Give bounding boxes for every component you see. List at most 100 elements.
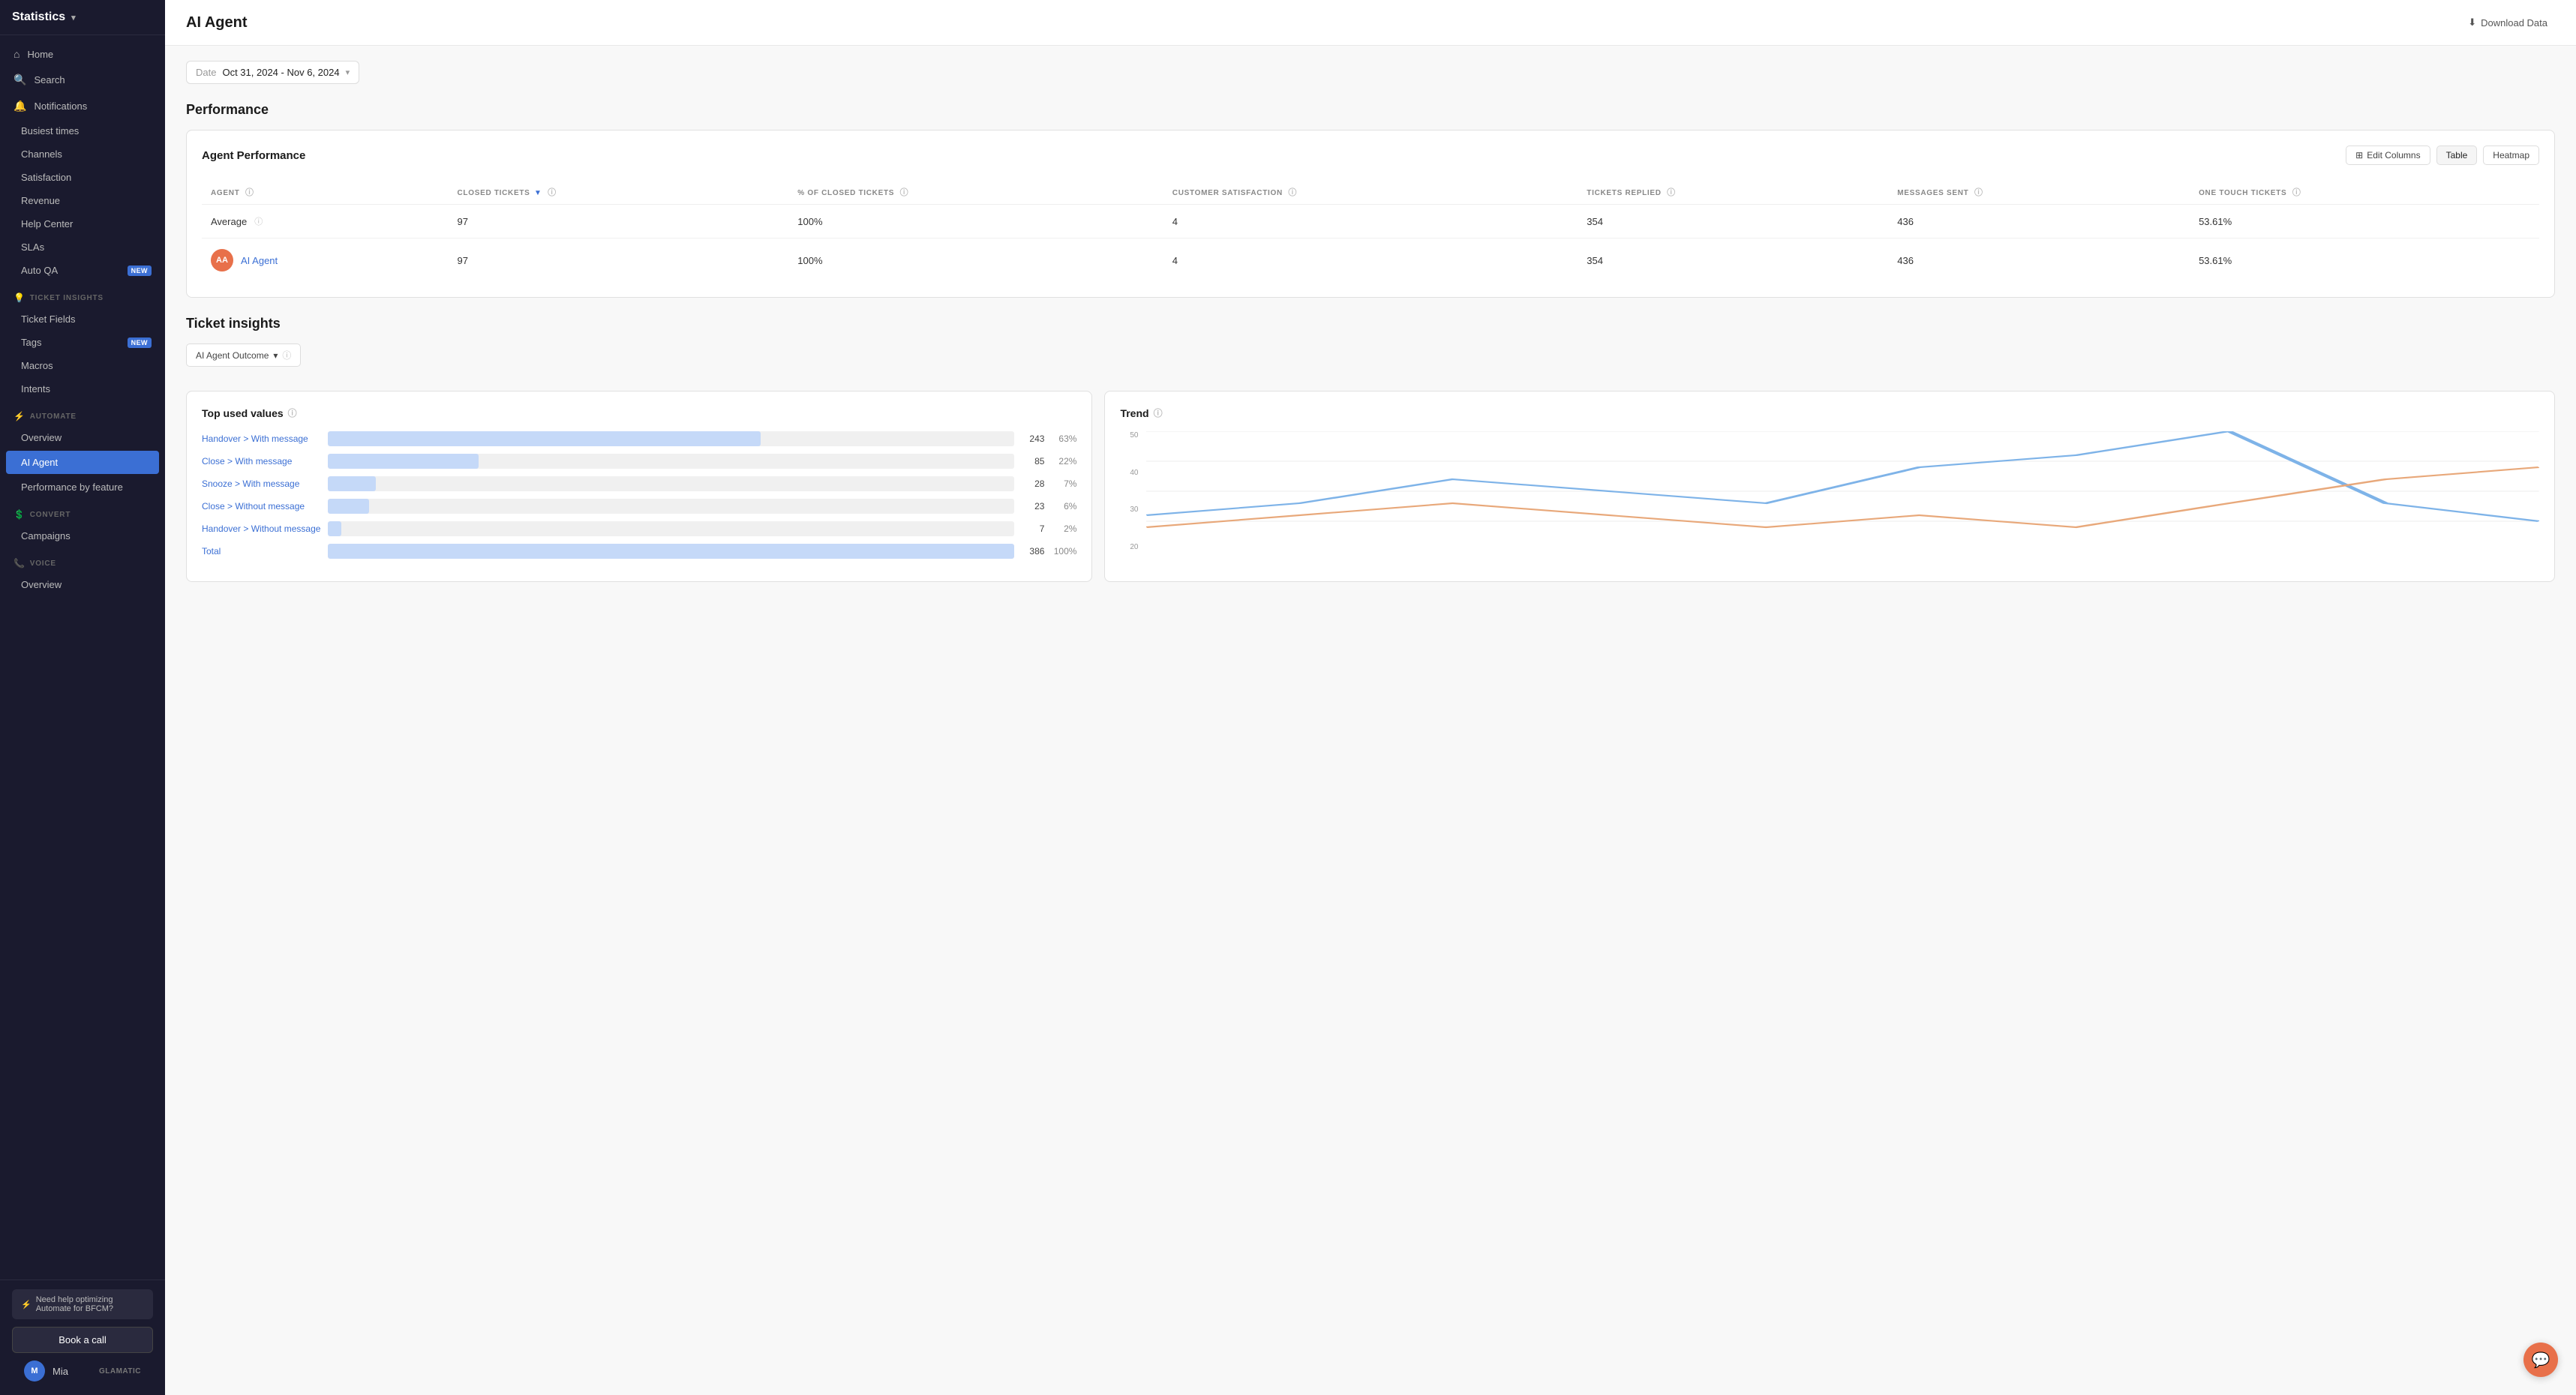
sidebar-item-ai-agent[interactable]: AI Agent — [6, 451, 159, 474]
value-pct: 2% — [1050, 524, 1076, 534]
value-bar — [328, 499, 369, 514]
sidebar-item-home[interactable]: ⌂ Home — [0, 41, 165, 67]
col-agent: AGENT ⓘ — [202, 180, 449, 205]
sidebar-item-search[interactable]: 🔍 Search — [0, 67, 165, 93]
home-icon: ⌂ — [14, 48, 20, 60]
ticket-insights-section: Ticket insights AI Agent Outcome ▾ ⓘ Top… — [186, 316, 2555, 582]
value-count: 85 — [1020, 456, 1044, 466]
y-axis-label: 30 — [1130, 506, 1138, 514]
lightbulb-icon: 💡 — [14, 292, 26, 303]
performance-section: Performance Agent Performance ⊞ Edit Col… — [186, 102, 2555, 298]
sidebar-item-slas[interactable]: SLAs — [0, 236, 165, 259]
page-title: AI Agent — [186, 14, 247, 32]
ai-agent-label: AI Agent — [21, 457, 58, 468]
sidebar-item-campaigns[interactable]: Campaigns — [0, 524, 165, 548]
performance-section-title: Performance — [186, 102, 2555, 118]
sidebar-item-satisfaction[interactable]: Satisfaction — [0, 166, 165, 189]
phone-icon: 📞 — [14, 558, 26, 568]
y-axis-label: 50 — [1130, 431, 1138, 440]
help-center-label: Help Center — [21, 218, 73, 230]
value-row: Close > Without message 23 6% — [202, 499, 1076, 514]
ai-agent-outcome-dropdown[interactable]: AI Agent Outcome ▾ ⓘ — [186, 344, 301, 367]
top-used-values-title: Top used values ⓘ — [202, 406, 1076, 419]
convert-label: CONVERT — [30, 511, 71, 519]
value-row: Handover > With message 243 63% — [202, 431, 1076, 446]
intents-label: Intents — [21, 383, 50, 394]
value-row: Handover > Without message 7 2% — [202, 521, 1076, 536]
ai-agent-link[interactable]: AI Agent — [241, 255, 278, 266]
sidebar-item-macros[interactable]: Macros — [0, 354, 165, 377]
info-icon-replied: ⓘ — [1667, 188, 1676, 197]
book-call-button[interactable]: Book a call — [12, 1327, 153, 1353]
trend-svg — [1146, 431, 2539, 551]
date-filter[interactable]: Date Oct 31, 2024 - Nov 6, 2024 ▾ — [186, 61, 359, 84]
chat-bubble[interactable]: 💬 — [2523, 1342, 2558, 1377]
sidebar-user: M Mia GLAMATIC — [12, 1353, 153, 1386]
section-voice: 📞 VOICE — [0, 548, 165, 573]
sidebar-item-help-center[interactable]: Help Center — [0, 212, 165, 236]
value-label[interactable]: Close > With message — [202, 456, 322, 466]
row-ai-replied: 354 — [1578, 238, 1888, 283]
y-axis-label: 20 — [1130, 543, 1138, 551]
value-label[interactable]: Handover > With message — [202, 434, 322, 444]
info-icon-sat: ⓘ — [1288, 188, 1297, 197]
value-bar-bg — [328, 544, 1014, 559]
value-bar — [328, 454, 479, 469]
value-count: 386 — [1020, 546, 1044, 556]
sidebar-item-voice-overview[interactable]: Overview — [0, 573, 165, 596]
sidebar-item-busiest-times[interactable]: Busiest times — [0, 119, 165, 142]
info-icon-top-values: ⓘ — [288, 406, 297, 419]
value-label[interactable]: Snooze > With message — [202, 478, 322, 489]
voice-label: VOICE — [30, 560, 56, 568]
col-one-touch: ONE TOUCH TICKETS ⓘ — [2190, 180, 2539, 205]
sidebar-item-auto-qa[interactable]: Auto QA NEW — [0, 259, 165, 282]
convert-icon: 💲 — [14, 509, 26, 520]
lightning-section-icon: ⚡ — [14, 411, 26, 422]
trend-chart-area — [1146, 431, 2539, 551]
value-bar-bg — [328, 499, 1014, 514]
ticket-insights-label: TICKET INSIGHTS — [30, 294, 104, 302]
trend-chart-container: 50403020 — [1120, 431, 2539, 566]
sidebar-item-notifications[interactable]: 🔔 Notifications — [0, 93, 165, 119]
value-count: 243 — [1020, 434, 1044, 444]
search-icon: 🔍 — [14, 74, 26, 86]
table-button[interactable]: Table — [2436, 146, 2478, 165]
satisfaction-label: Satisfaction — [21, 172, 71, 183]
heatmap-button[interactable]: Heatmap — [2483, 146, 2539, 165]
user-avatar: M — [24, 1360, 45, 1382]
row-average-messages: 436 — [1888, 205, 2190, 238]
col-pct-closed: % OF CLOSED TICKETS ⓘ — [788, 180, 1163, 205]
value-pct: 7% — [1050, 478, 1076, 489]
ticket-insights-row: Top used values ⓘ Handover > With messag… — [186, 391, 2555, 582]
main-header: AI Agent ⬇ Download Data — [165, 0, 2576, 46]
bell-icon: 🔔 — [14, 100, 26, 112]
value-label[interactable]: Handover > Without message — [202, 524, 322, 534]
trend-card: Trend ⓘ 50403020 — [1104, 391, 2555, 582]
sidebar-item-notifications-label: Notifications — [34, 100, 87, 112]
download-icon: ⬇ — [2468, 16, 2476, 28]
tags-label: Tags — [21, 337, 41, 348]
sidebar-item-performance-by-feature[interactable]: Performance by feature — [0, 476, 165, 499]
sidebar-header[interactable]: Statistics ▾ — [0, 0, 165, 35]
sidebar-item-automate-overview[interactable]: Overview — [0, 426, 165, 449]
macros-label: Macros — [21, 360, 53, 371]
logo-text: GLAMATIC — [99, 1367, 141, 1376]
row-ai-sat: 4 — [1163, 238, 1578, 283]
sidebar-item-revenue[interactable]: Revenue — [0, 189, 165, 212]
col-closed-tickets[interactable]: CLOSED TICKETS ▼ ⓘ — [449, 180, 789, 205]
sidebar-item-ticket-fields[interactable]: Ticket Fields — [0, 308, 165, 331]
value-rows-container: Handover > With message 243 63% Close > … — [202, 431, 1076, 559]
sort-icon: ▼ — [534, 189, 542, 197]
sidebar-item-channels[interactable]: Channels — [0, 142, 165, 166]
heatmap-label: Heatmap — [2493, 150, 2529, 160]
ai-agent-avatar: AA — [211, 249, 233, 272]
value-label[interactable]: Close > Without message — [202, 501, 322, 512]
value-label[interactable]: Total — [202, 546, 322, 556]
sidebar-item-tags[interactable]: Tags NEW — [0, 331, 165, 354]
row-average-replied: 354 — [1578, 205, 1888, 238]
edit-columns-button[interactable]: ⊞ Edit Columns — [2346, 146, 2430, 165]
value-bar-bg — [328, 431, 1014, 446]
sidebar-item-intents[interactable]: Intents — [0, 377, 165, 400]
download-data-button[interactable]: ⬇ Download Data — [2460, 12, 2555, 33]
agent-performance-card: Agent Performance ⊞ Edit Columns Table H… — [186, 130, 2555, 298]
